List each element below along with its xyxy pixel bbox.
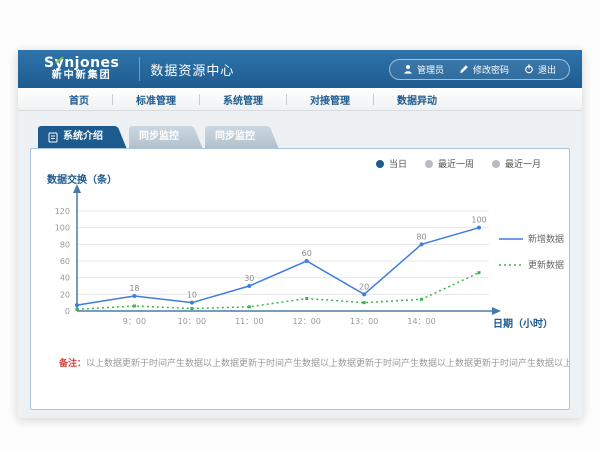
power-icon: [524, 64, 534, 74]
app-header: Synjones 新中新集团 数据资源中心 管理员: [18, 50, 582, 88]
nav-item-interface-mgmt[interactable]: 对接管理: [287, 92, 373, 107]
edit-icon: [459, 64, 469, 74]
time-range-filter: 当日 最近一周 最近一月: [376, 157, 541, 170]
footnote: 备注：以上数据更新于时间产生数据以上数据更新于时间产生数据以上数据更新于时间产生…: [59, 356, 569, 369]
data-point: [248, 305, 251, 308]
x-axis-title: 日期（小时）: [493, 317, 553, 330]
data-point: [420, 242, 424, 246]
logo-subtitle: 新中新集团: [44, 71, 119, 82]
data-point: [190, 301, 194, 305]
radio-last-month[interactable]: 最近一月: [492, 157, 541, 170]
document-icon: [48, 132, 58, 143]
radio-label: 当日: [389, 157, 407, 170]
tab-label: 同步监控: [215, 126, 255, 148]
x-tick-label: 9：00: [123, 317, 146, 326]
x-tick-label: 14：00: [407, 317, 435, 326]
line-chart: 0 20 40 60 80 100 120 数据交换（条） 日期（小时） 9：00 10：00 11：…: [31, 171, 569, 346]
content-panel: 当日 最近一周 最近一月 0 20 40 60 80 100 120 数据交换（条） 日期（小时…: [30, 148, 570, 410]
y-tick-label: 100: [55, 224, 70, 233]
x-tick-label: 12：00: [293, 317, 321, 326]
footnote-prefix: 备注：: [59, 359, 86, 369]
tab-label: 同步监控: [139, 126, 179, 148]
x-tick-label: 13：00: [350, 317, 378, 326]
radio-dot-icon: [425, 160, 433, 168]
data-point-label: 20: [359, 282, 369, 291]
nav-item-data-change[interactable]: 数据异动: [374, 92, 460, 107]
user-icon: [403, 64, 413, 74]
main-nav: 首页 标准管理 系统管理 对接管理 数据异动: [18, 88, 582, 111]
data-point: [75, 303, 79, 307]
change-password-label: 修改密码: [473, 63, 509, 76]
y-tick-label: 20: [60, 290, 70, 299]
nav-item-home[interactable]: 首页: [46, 92, 112, 107]
app-window: Synjones 新中新集团 数据资源中心 管理员: [18, 50, 582, 418]
y-tick-label: 80: [60, 240, 70, 249]
radio-label: 最近一周: [438, 157, 474, 170]
tab-sync-monitor-1[interactable]: 同步监控: [129, 126, 191, 148]
logout-label: 退出: [538, 63, 556, 76]
logo-text: Synjones: [44, 56, 119, 71]
data-point: [190, 307, 193, 310]
tab-label: 系统介绍: [63, 126, 103, 148]
header-divider: [139, 57, 140, 81]
data-point: [363, 301, 366, 304]
data-point: [420, 298, 423, 301]
radio-last-week[interactable]: 最近一周: [425, 157, 474, 170]
radio-label: 最近一月: [505, 157, 541, 170]
legend-label-1[interactable]: 更新数据: [528, 259, 564, 271]
data-point: [305, 259, 309, 263]
tab-bar: 系统介绍 同步监控 同步监控: [38, 126, 582, 148]
radio-today[interactable]: 当日: [376, 157, 407, 170]
y-tick-label: 120: [55, 207, 70, 216]
nav-item-system-mgmt[interactable]: 系统管理: [200, 92, 286, 107]
data-point: [247, 284, 251, 288]
page-title: 数据资源中心: [150, 60, 389, 79]
data-point: [76, 308, 79, 311]
data-point-label: 60: [302, 249, 312, 258]
current-user-button[interactable]: 管理员: [403, 63, 444, 76]
data-point: [362, 292, 366, 296]
x-tick-label: 10：00: [178, 317, 206, 326]
data-point: [305, 297, 308, 300]
tab-sync-monitor-2[interactable]: 同步监控: [205, 126, 267, 148]
data-point: [133, 305, 136, 308]
data-point-label: 10: [187, 291, 197, 300]
tab-system-intro[interactable]: 系统介绍: [38, 126, 115, 148]
radio-dot-icon: [492, 160, 500, 168]
current-user-label: 管理员: [417, 63, 444, 76]
x-tick-label: 11：00: [235, 317, 263, 326]
radio-dot-icon: [376, 160, 384, 168]
y-axis-title: 数据交换（条）: [47, 173, 117, 186]
data-point-label: 80: [416, 232, 426, 241]
nav-item-standard-mgmt[interactable]: 标准管理: [113, 92, 199, 107]
change-password-button[interactable]: 修改密码: [459, 63, 509, 76]
page-background: Synjones 新中新集团 数据资源中心 管理员: [0, 0, 600, 450]
legend-label-0[interactable]: 新增数据: [528, 233, 564, 245]
logout-button[interactable]: 退出: [524, 63, 556, 76]
account-toolbar: 管理员 修改密码 退出: [389, 59, 570, 80]
data-point: [477, 226, 481, 230]
y-tick-label: 60: [60, 257, 70, 266]
brand-logo: Synjones 新中新集团: [44, 56, 119, 81]
x-axis-arrow-icon: [492, 307, 501, 315]
data-point-label: 18: [129, 284, 139, 293]
y-tick-label: 0: [65, 307, 70, 316]
data-point-label: 30: [244, 274, 254, 283]
y-tick-label: 40: [60, 274, 70, 283]
data-point: [132, 294, 136, 298]
chart-area: 0 20 40 60 80 100 120 数据交换（条） 日期（小时） 9：00 10：00 11：…: [31, 149, 569, 346]
data-point: [478, 271, 481, 274]
footnote-text: 以上数据更新于时间产生数据以上数据更新于时间产生数据以上数据更新于时间产生数据以…: [86, 359, 569, 369]
data-point-label: 100: [471, 216, 486, 225]
